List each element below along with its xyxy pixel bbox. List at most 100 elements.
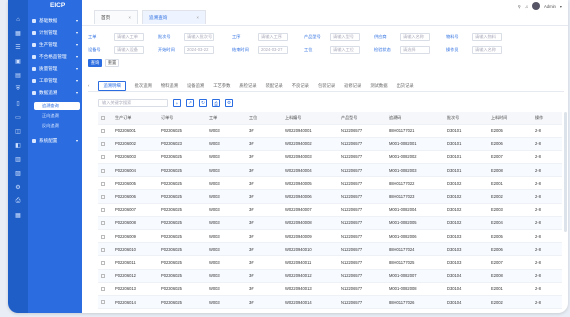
reset-button[interactable]: 重置 [105, 59, 119, 67]
home-icon[interactable]: ⌂ [14, 16, 22, 23]
menu-item[interactable]: 数据追溯 ▾ [32, 88, 80, 97]
archive-icon[interactable]: ▥ [14, 156, 22, 163]
filter-input[interactable]: 请输入物料 [472, 32, 502, 41]
row-checkbox[interactable] [98, 242, 112, 257]
row-checkbox[interactable] [98, 295, 112, 310]
subtab[interactable]: 装配记录 [266, 83, 283, 89]
row-checkbox[interactable] [98, 255, 112, 270]
settings-icon[interactable]: ⚙ [225, 99, 233, 107]
row-checkbox[interactable] [98, 150, 112, 165]
search-button[interactable]: 查询 [88, 59, 102, 67]
filter-input[interactable]: 请输入型号 [330, 32, 360, 41]
row-checkbox[interactable] [98, 203, 112, 217]
filter-input[interactable]: 2024-03-22 [184, 45, 214, 54]
tabs-prev-icon[interactable]: ‹ [88, 83, 89, 88]
tab-home[interactable]: 首页 × [94, 10, 138, 24]
table-row[interactable]: P02206010 P02306025 W003 3# W0220940010 N1220… [98, 242, 562, 257]
subtab[interactable]: 出货记录 [397, 83, 414, 89]
user-box[interactable]: ⚲ ♫ Admin ▾ [518, 2, 562, 10]
settings-icon[interactable]: ⚙ [14, 184, 22, 191]
row-checkbox[interactable] [98, 163, 112, 178]
filter-input[interactable]: 请输入批次号 [184, 32, 214, 41]
filter-input[interactable]: 请输入工位 [330, 45, 360, 54]
table-search-input[interactable]: 输入关键字搜索 [98, 99, 168, 107]
subtab[interactable]: 批次追溯 [135, 83, 152, 89]
table-row[interactable]: P02206014 P02306025 W003 3# W0220940014 N1220… [98, 295, 562, 310]
filter-input[interactable]: 请输入工序 [258, 32, 288, 41]
subtab[interactable]: 追溯明细 [98, 80, 126, 91]
menu-item[interactable]: 基础数据 ▾ [32, 16, 80, 25]
subtab[interactable]: 质检记录 [239, 83, 256, 89]
shield-icon[interactable]: ⛨ [14, 86, 22, 93]
table-row[interactable]: P02206003 P02306025 W003 3# W0220940003 N1220… [98, 150, 562, 165]
chart-icon[interactable]: ▤ [14, 72, 22, 79]
print-icon[interactable]: ⎙ [14, 198, 22, 205]
search-icon[interactable]: ⚲ [518, 4, 521, 9]
subtab[interactable]: 包装记录 [318, 83, 335, 89]
table-row[interactable]: P02206011 P02306025 W003 3# W0220940011 N1220… [98, 255, 562, 270]
table-row[interactable]: P02206002 P02306023 W003 3# W0220940002 N1220… [98, 137, 562, 151]
subtab[interactable]: 测试数据 [370, 83, 387, 89]
chevron-down-icon[interactable]: ▾ [560, 4, 562, 9]
row-checkbox[interactable] [98, 229, 112, 244]
menu-item[interactable]: 计划管理 ▾ [32, 28, 80, 37]
bell-icon[interactable]: ♫ [525, 4, 528, 9]
calendar-icon[interactable]: ▦ [14, 212, 22, 219]
row-checkbox[interactable] [98, 282, 112, 296]
submenu-item[interactable]: 反向追溯 [34, 122, 80, 130]
doc-icon[interactable]: ▯ [14, 100, 22, 107]
submenu-item[interactable]: 追溯查询 [34, 102, 80, 110]
select-all-checkbox[interactable] [98, 112, 112, 125]
subtab[interactable]: 设备追溯 [187, 83, 204, 89]
table-row[interactable]: P02206005 P02306025 W003 3# W0220940005 N1220… [98, 176, 562, 191]
box-icon[interactable]: ▣ [14, 58, 22, 65]
table-row[interactable]: P02206013 P02306025 W003 3# W0220940013 N1220… [98, 282, 562, 296]
menu-item[interactable]: 系统配置 ▾ [32, 136, 80, 145]
chart2-icon[interactable]: ▨ [14, 170, 22, 177]
filter-input[interactable]: 2024-03-27 [258, 45, 288, 54]
folder-icon[interactable]: ▭ [14, 114, 22, 121]
row-checkbox[interactable] [98, 124, 112, 138]
menu-item[interactable]: 质量管理 ▾ [32, 64, 80, 73]
table-row[interactable]: P02206008 P02306025 W003 3# W0220940008 N1220… [98, 216, 562, 231]
table-row[interactable]: P02206001 P02306025 W003 3# W0220940001 N1220… [98, 124, 562, 138]
subtab[interactable]: 返修记录 [344, 83, 361, 89]
list-icon[interactable]: ☰ [14, 44, 22, 51]
submenu-item[interactable]: 正向追溯 [34, 112, 80, 120]
table-row[interactable]: P02206006 P02306025 W003 3# W0220940006 N1220… [98, 189, 562, 204]
table-row[interactable]: P02206012 P02306025 W003 3# W0220940012 N1220… [98, 269, 562, 283]
menu-item[interactable]: 生产管理 ▾ [32, 40, 80, 49]
filter-input[interactable]: 请输入名称 [472, 45, 502, 54]
table-row[interactable]: P02206007 P02306025 W003 3# W0220940007 N1220… [98, 203, 562, 217]
add-icon[interactable]: + [173, 99, 181, 107]
grid-icon[interactable]: ▦ [14, 30, 22, 37]
row-checkbox[interactable] [98, 189, 112, 204]
row-checkbox[interactable] [98, 137, 112, 151]
subtab[interactable]: 不良记录 [292, 83, 309, 89]
refresh-icon[interactable]: ↻ [199, 99, 207, 107]
menu-item[interactable]: 不合格品管理 ▾ [32, 52, 80, 61]
table-row[interactable]: P02206004 P02306025 W003 3# W0220940004 N1220… [98, 163, 562, 178]
filter-input[interactable]: 请输入设备 [114, 45, 144, 54]
row-checkbox[interactable] [98, 308, 112, 313]
table-row[interactable]: P02206009 P02306025 W003 3# W0220940009 N1220… [98, 229, 562, 244]
row-checkbox[interactable] [98, 216, 112, 231]
row-checkbox[interactable] [98, 269, 112, 283]
close-icon[interactable]: × [196, 15, 199, 20]
row-checkbox[interactable] [98, 176, 112, 191]
avatar[interactable] [532, 2, 541, 10]
table-row[interactable]: P02206015P02306025W0033#W0220940015N1220… [98, 308, 562, 313]
cart-icon[interactable]: ◧ [14, 142, 22, 149]
subtab[interactable]: 物料追溯 [161, 83, 178, 89]
filter-input[interactable]: 请选择 [400, 45, 430, 54]
truck-icon[interactable]: ◫ [14, 128, 22, 135]
subtab[interactable]: 工艺参数 [213, 83, 230, 89]
export-icon[interactable]: ↗ [186, 99, 194, 107]
filter-input[interactable]: 请输入工单 [114, 32, 144, 41]
scrollbar[interactable] [564, 112, 567, 232]
close-icon[interactable]: × [128, 15, 131, 20]
tab-trace[interactable]: 追溯查询 × [142, 10, 206, 24]
print-icon[interactable]: ⎙ [212, 99, 220, 107]
filter-input[interactable]: 请输入名称 [400, 32, 430, 41]
menu-item[interactable]: 工单管理 ▾ [32, 76, 80, 85]
